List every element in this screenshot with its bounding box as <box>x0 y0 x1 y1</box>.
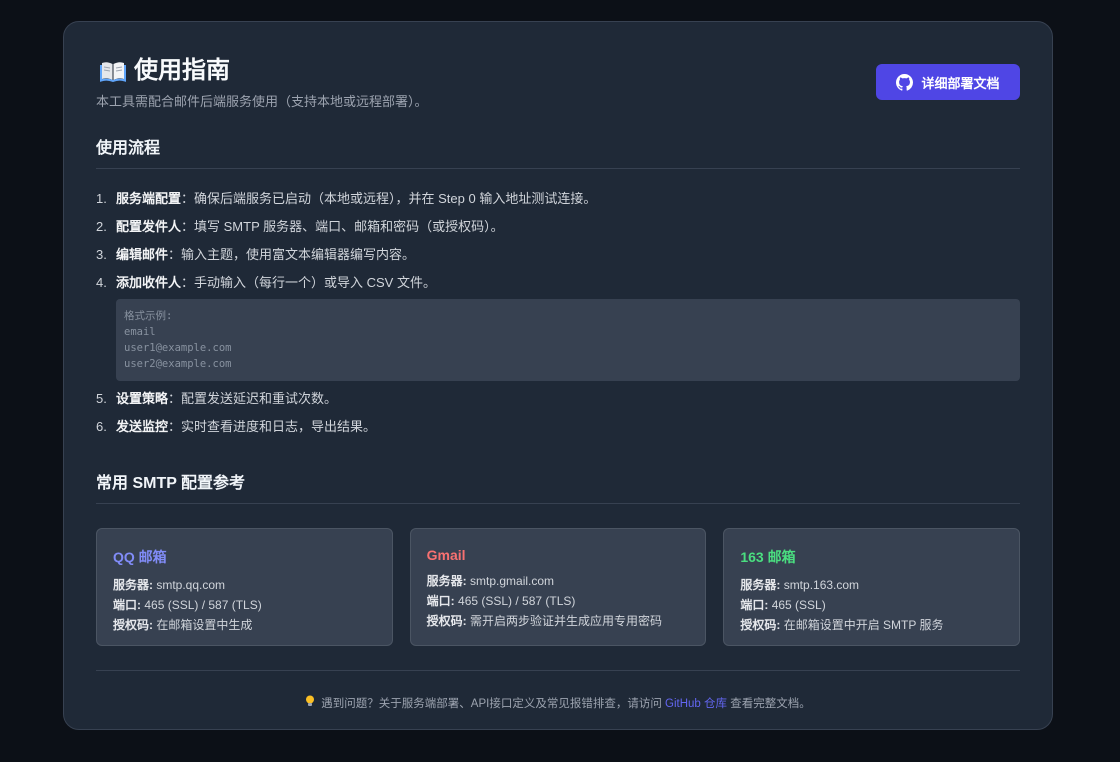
workflow-step: 1. 服务端配置：确保后端服务已启动（本地或远程），并在 Step 0 输入地址… <box>96 185 1020 213</box>
page-subtitle: 本工具需配合邮件后端服务使用（支持本地或远程部署）。 <box>96 94 428 109</box>
deploy-docs-button[interactable]: 详细部署文档 <box>876 64 1020 100</box>
smtp-section: 常用 SMTP 配置参考 QQ 邮箱 服务器: smtp.qq.com 端口: … <box>96 469 1021 646</box>
step-label: 编辑邮件 <box>116 247 169 262</box>
workflow-step: 5. 设置策略：配置发送延迟和重试次数。 <box>96 385 1020 413</box>
step-label: 配置发件人 <box>116 219 182 234</box>
smtp-auth: 授权码: 需开启两步验证并生成应用专用密码 <box>426 614 663 628</box>
smtp-auth: 授权码: 在邮箱设置中生成 <box>113 618 253 632</box>
smtp-grid: QQ 邮箱 服务器: smtp.qq.com 端口: 465 (SSL) / 5… <box>96 528 1021 646</box>
smtp-auth: 授权码: 在邮箱设置中开启 SMTP 服务 <box>740 618 944 632</box>
title-row: 使用指南 <box>100 54 230 88</box>
workflow-step: 4. 添加收件人：手动输入（每行一个）或导入 CSV 文件。 <box>96 269 1020 297</box>
smtp-provider-name: 163 邮箱 <box>740 549 796 565</box>
code-line: user1@example.com <box>124 342 232 354</box>
code-line: email <box>124 326 156 338</box>
step-text: ：配置发送延迟和重试次数。 <box>168 391 338 406</box>
step-number: 4. <box>96 275 107 290</box>
guide-header: 使用指南 本工具需配合邮件后端服务使用（支持本地或远程部署）。 详细部署文档 <box>96 22 1020 134</box>
smtp-port: 端口: 465 (SSL) / 587 (TLS) <box>426 594 576 608</box>
workflow-step: 3. 编辑邮件：输入主题，使用富文本编辑器编写内容。 <box>96 241 1020 269</box>
smtp-card-qq: QQ 邮箱 服务器: smtp.qq.com 端口: 465 (SSL) / 5… <box>96 528 393 646</box>
smtp-title: 常用 SMTP 配置参考 <box>96 469 1020 504</box>
page-title: 使用指南 <box>134 57 230 84</box>
workflow-step: 2. 配置发件人：填写 SMTP 服务器、端口、邮箱和密码（或授权码）。 <box>96 213 1020 241</box>
step-number: 2. <box>96 219 107 234</box>
step-text: ：输入主题，使用富文本编辑器编写内容。 <box>168 247 416 262</box>
workflow-section: 使用流程 1. 服务端配置：确保后端服务已启动（本地或远程），并在 Step 0… <box>96 134 1020 441</box>
smtp-server: 服务器: smtp.qq.com <box>113 578 226 592</box>
step-number: 1. <box>96 191 107 206</box>
step-number: 6. <box>96 419 107 434</box>
step-number: 5. <box>96 391 107 406</box>
smtp-port: 端口: 465 (SSL) / 587 (TLS) <box>113 598 262 612</box>
workflow-steps-cont: 5. 设置策略：配置发送延迟和重试次数。 6. 发送监控：实时查看进度和日志，导… <box>96 385 1020 441</box>
smtp-port: 端口: 465 (SSL) <box>740 598 826 612</box>
step-label: 设置策略 <box>116 391 169 406</box>
workflow-steps: 1. 服务端配置：确保后端服务已启动（本地或远程），并在 Step 0 输入地址… <box>96 185 1020 297</box>
smtp-server: 服务器: smtp.163.com <box>740 578 860 592</box>
smtp-provider-name: Gmail <box>426 547 466 563</box>
workflow-step: 6. 发送监控：实时查看进度和日志，导出结果。 <box>96 413 1020 441</box>
footer-text-suffix: 查看完整文档。 <box>727 698 811 710</box>
workflow-title: 使用流程 <box>96 134 1020 169</box>
deploy-docs-label: 详细部署文档 <box>921 75 1000 91</box>
code-line: 格式示例: <box>124 310 173 322</box>
smtp-provider-name: QQ 邮箱 <box>113 549 167 565</box>
step-text: ：手动输入（每行一个）或导入 CSV 文件。 <box>181 275 436 290</box>
lightbulb-icon <box>306 695 315 706</box>
footer-note: 遇到问题？关于服务端部署、API接口定义及常见报错排查，请访问 GitHub 仓… <box>96 670 1020 711</box>
smtp-card-163: 163 邮箱 服务器: smtp.163.com 端口: 465 (SSL) 授… <box>723 528 1021 646</box>
smtp-server: 服务器: smtp.gmail.com <box>426 574 555 588</box>
smtp-card-gmail: Gmail 服务器: smtp.gmail.com 端口: 465 (SSL) … <box>409 528 707 646</box>
footer-text-prefix: 遇到问题？关于服务端部署、API接口定义及常见报错排查，请访问 <box>321 698 666 710</box>
github-repo-link[interactable]: GitHub 仓库 <box>665 698 727 710</box>
step-number: 3. <box>96 247 107 262</box>
github-icon <box>896 73 914 91</box>
step-text: ：实时查看进度和日志，导出结果。 <box>168 419 377 434</box>
csv-format-example: 格式示例: email user1@example.com user2@exam… <box>116 299 1020 381</box>
code-line: user2@example.com <box>124 358 232 370</box>
step-text: ：填写 SMTP 服务器、端口、邮箱和密码（或授权码）。 <box>181 219 504 234</box>
step-text: ：确保后端服务已启动（本地或远程），并在 Step 0 输入地址测试连接。 <box>181 191 597 206</box>
step-label: 添加收件人 <box>116 275 182 290</box>
step-label: 服务端配置 <box>116 191 182 206</box>
book-icon <box>100 62 126 82</box>
step-label: 发送监控 <box>116 419 169 434</box>
guide-card: 使用指南 本工具需配合邮件后端服务使用（支持本地或远程部署）。 详细部署文档 使… <box>63 21 1053 730</box>
